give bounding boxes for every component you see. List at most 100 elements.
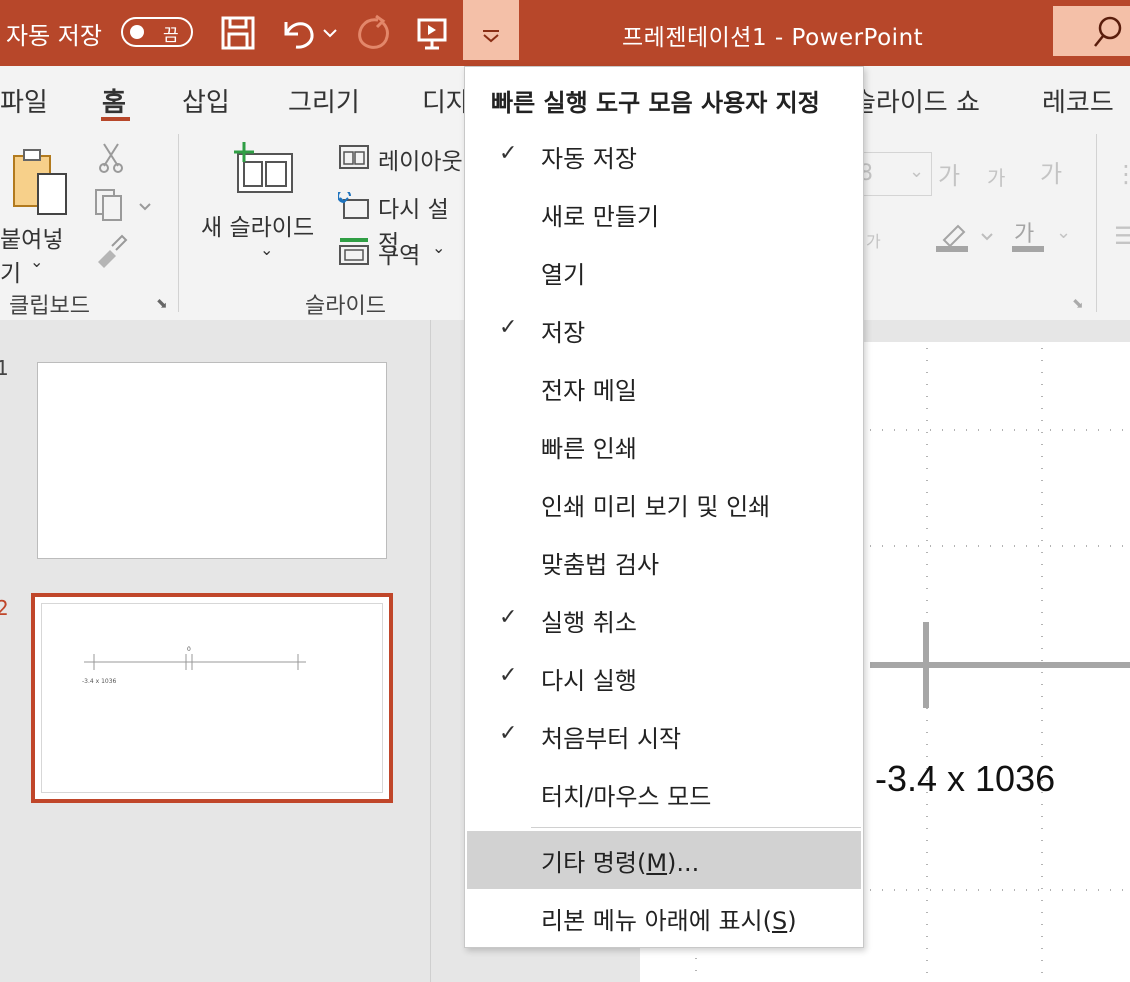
- menu-item-redo[interactable]: ✓ 다시 실행: [467, 649, 861, 707]
- slide-thumbnail[interactable]: [37, 362, 387, 559]
- menu-item-label: 실행 취소: [541, 609, 637, 637]
- bullets-icon[interactable]: ⋮: [1114, 160, 1130, 188]
- menu-item-label: 처음부터 시작: [541, 725, 682, 753]
- tab-slideshow[interactable]: 슬라이드 쇼: [852, 82, 980, 119]
- tab-file[interactable]: 파일: [0, 82, 48, 119]
- highlight-icon[interactable]: [936, 218, 996, 254]
- copy-icon[interactable]: [94, 188, 154, 222]
- font-color-button[interactable]: 가 ⌄: [1012, 216, 1074, 256]
- menu-item-new[interactable]: 새로 만들기: [467, 185, 861, 243]
- menu-separator: [531, 827, 861, 828]
- slide-text[interactable]: -3.4 x 1036: [875, 758, 1055, 800]
- menu-item-undo[interactable]: ✓ 실행 취소: [467, 591, 861, 649]
- menu-item-show-below-ribbon[interactable]: 리본 메뉴 아래에 표시(S): [467, 889, 861, 947]
- grow-font-button[interactable]: 가: [938, 156, 960, 191]
- menu-item-label: 맞춤법 검사: [541, 551, 660, 579]
- title-bar: 자동 저장 끔 프레젠테이션1 - PowerPoint: [0, 0, 1130, 66]
- menu-item-autosave[interactable]: ✓ 자동 저장: [467, 127, 861, 185]
- layout-button[interactable]: 레이아웃: [338, 142, 468, 176]
- format-painter-icon[interactable]: [94, 234, 128, 268]
- customize-dropdown-icon[interactable]: [463, 0, 519, 60]
- thumb-number-line: [84, 654, 306, 670]
- label-text: ): [787, 907, 797, 935]
- new-slide-label: 새 슬라이드: [201, 215, 315, 241]
- search-box[interactable]: [1053, 6, 1130, 56]
- group-title-clipboard: 클립보드: [9, 294, 90, 319]
- check-icon: ✓: [499, 721, 518, 746]
- toggle-knob: [130, 25, 144, 39]
- menu-item-label: 빠른 인쇄: [541, 435, 637, 463]
- autosave-toggle[interactable]: 끔: [121, 17, 193, 47]
- menu-item-label: 리본 메뉴 아래에 표시(S): [541, 901, 797, 936]
- shrink-font-button[interactable]: 가: [987, 162, 1005, 191]
- label-text: 기타 명령(: [541, 849, 647, 877]
- group-title-slides: 슬라이드: [305, 294, 386, 319]
- paste-icon: [13, 149, 67, 215]
- align-icon[interactable]: ☰: [1114, 222, 1130, 250]
- tab-design[interactable]: 디자: [422, 82, 470, 119]
- slide-thumbnail-selected[interactable]: 0 -3.4 x 1036: [31, 593, 393, 803]
- thumb-tick-label: 0: [187, 646, 191, 653]
- layout-label: 레이아웃: [378, 149, 463, 175]
- menu-item-open[interactable]: 열기: [467, 243, 861, 301]
- menu-item-email[interactable]: 전자 메일: [467, 359, 861, 417]
- access-key: M: [646, 849, 668, 877]
- menu-item-start-from-beginning[interactable]: ✓ 처음부터 시작: [467, 707, 861, 765]
- chevron-down-icon[interactable]: [318, 10, 344, 56]
- menu-item-label: 열기: [541, 261, 586, 289]
- chevron-down-icon: ⌄: [432, 238, 446, 257]
- group-separator: [178, 134, 179, 312]
- group-separator: [1096, 134, 1097, 312]
- char-spacing-button[interactable]: 가: [866, 228, 881, 252]
- menu-item-touch-mouse-mode[interactable]: 터치/마우스 모드: [467, 765, 861, 823]
- menu-item-label: 기타 명령(M)...: [541, 843, 699, 878]
- dialog-launcher-icon[interactable]: ⬊: [156, 296, 168, 312]
- menu-item-save[interactable]: ✓ 저장: [467, 301, 861, 359]
- autosave-label: 자동 저장: [6, 22, 102, 50]
- tab-record[interactable]: 레코드: [1042, 82, 1114, 119]
- section-button[interactable]: 구역 ⌄: [338, 236, 468, 270]
- chevron-down-icon: ⌄: [30, 252, 44, 271]
- autosave-state: 끔: [163, 26, 179, 46]
- new-slide-icon: [234, 142, 293, 193]
- tab-home[interactable]: 홈: [102, 82, 126, 119]
- save-icon[interactable]: [217, 10, 263, 56]
- menu-item-spelling[interactable]: 맞춤법 검사: [467, 533, 861, 591]
- menu-item-label: 전자 메일: [541, 377, 637, 405]
- menu-item-quick-print[interactable]: 빠른 인쇄: [467, 417, 861, 475]
- dialog-launcher-icon[interactable]: ⬊: [1072, 296, 1084, 312]
- slide-thumbnail-content: 0 -3.4 x 1036: [41, 603, 383, 793]
- label-text: )...: [667, 849, 700, 877]
- menu-item-label: 다시 실행: [541, 667, 637, 695]
- check-icon: ✓: [499, 141, 518, 166]
- section-icon: [339, 238, 369, 265]
- new-slide-button[interactable]: 새 슬라이드 ⌄: [196, 140, 331, 270]
- clear-format-button[interactable]: 가: [1040, 154, 1062, 189]
- menu-item-label: 저장: [541, 319, 586, 347]
- tab-draw[interactable]: 그리기: [288, 82, 360, 119]
- reset-button[interactable]: 다시 설정: [338, 190, 468, 257]
- customize-quick-access-menu: 빠른 실행 도구 모음 사용자 지정 ✓ 자동 저장 새로 만들기 열기 ✓ 저…: [464, 66, 864, 948]
- layout-icon: [339, 145, 369, 169]
- menu-item-label: 자동 저장: [541, 145, 637, 173]
- font-size-box[interactable]: 8 ⌄: [856, 152, 932, 196]
- search-icon: [1094, 16, 1122, 47]
- present-from-start-icon[interactable]: [410, 10, 456, 56]
- cut-icon[interactable]: [96, 140, 126, 174]
- redo-icon: [352, 10, 398, 56]
- font-color-label: 가: [1014, 222, 1035, 247]
- menu-title: 빠른 실행 도구 모음 사용자 지정: [491, 89, 820, 117]
- paste-button[interactable]: 붙여넣기 ⌄: [0, 138, 84, 287]
- slide-number: 2: [0, 596, 9, 620]
- active-tab-indicator: [101, 117, 130, 121]
- menu-item-more-commands[interactable]: 기타 명령(M)...: [467, 831, 861, 889]
- chevron-down-icon: ⌄: [260, 240, 274, 259]
- check-icon: ✓: [499, 663, 518, 688]
- document-title: 프레젠테이션1 - PowerPoint: [622, 25, 924, 51]
- menu-item-print-preview[interactable]: 인쇄 미리 보기 및 인쇄: [467, 475, 861, 533]
- tab-insert[interactable]: 삽입: [182, 82, 230, 119]
- check-icon: ✓: [499, 605, 518, 630]
- slide-number: 1: [0, 356, 9, 380]
- menu-item-label: 새로 만들기: [541, 203, 660, 231]
- label-text: 리본 메뉴 아래에 표시(: [541, 907, 772, 935]
